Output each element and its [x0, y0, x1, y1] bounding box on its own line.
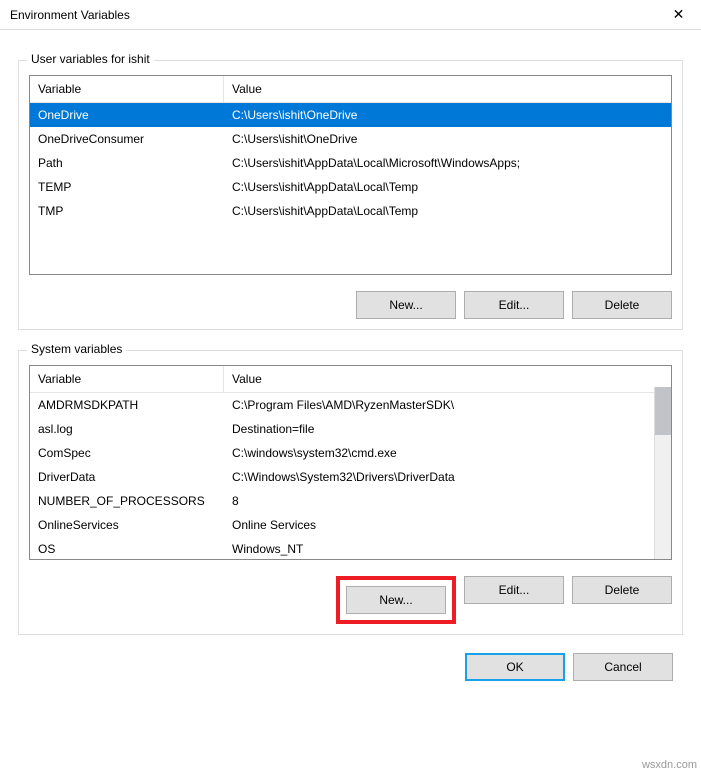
table-row[interactable]: ComSpec C:\windows\system32\cmd.exe [30, 441, 671, 465]
user-new-button[interactable]: New... [356, 291, 456, 319]
cell-value: Windows_NT [224, 539, 671, 559]
cell-variable: AMDRMSDKPATH [30, 395, 224, 415]
table-row[interactable]: TEMP C:\Users\ishit\AppData\Local\Temp [30, 175, 671, 199]
column-header-variable[interactable]: Variable [30, 366, 224, 393]
cell-variable: TEMP [30, 177, 224, 197]
table-row[interactable]: DriverData C:\Windows\System32\Drivers\D… [30, 465, 671, 489]
cell-value: 8 [224, 491, 671, 511]
cell-value: C:\Users\ishit\AppData\Local\Temp [224, 201, 671, 221]
user-table-body: OneDrive C:\Users\ishit\OneDrive OneDriv… [30, 103, 671, 223]
dialog-content: User variables for ishit Variable Value … [0, 30, 701, 635]
column-header-value[interactable]: Value [224, 76, 671, 103]
user-variables-group: User variables for ishit Variable Value … [18, 60, 683, 330]
cell-value: Online Services [224, 515, 671, 535]
system-variables-label: System variables [27, 342, 126, 356]
titlebar: Environment Variables ✕ [0, 0, 701, 30]
cell-value: C:\Users\ishit\AppData\Local\Microsoft\W… [224, 153, 671, 173]
cell-variable: asl.log [30, 419, 224, 439]
system-variables-table[interactable]: Variable Value AMDRMSDKPATH C:\Program F… [29, 365, 672, 560]
user-variables-table[interactable]: Variable Value OneDrive C:\Users\ishit\O… [29, 75, 672, 275]
close-icon[interactable]: ✕ [656, 0, 701, 30]
system-new-button[interactable]: New... [346, 586, 446, 614]
system-table-header: Variable Value [30, 366, 671, 393]
cell-variable: TMP [30, 201, 224, 221]
watermark: wsxdn.com [642, 759, 697, 771]
table-row[interactable]: OnlineServices Online Services [30, 513, 671, 537]
cell-value: C:\Program Files\AMD\RyzenMasterSDK\ [224, 395, 671, 415]
user-button-row: New... Edit... Delete [29, 291, 672, 319]
table-row[interactable]: OneDriveConsumer C:\Users\ishit\OneDrive [30, 127, 671, 151]
system-edit-button[interactable]: Edit... [464, 576, 564, 604]
table-row[interactable]: TMP C:\Users\ishit\AppData\Local\Temp [30, 199, 671, 223]
table-row[interactable]: asl.log Destination=file [30, 417, 671, 441]
window-title: Environment Variables [10, 8, 130, 22]
cell-variable: OneDrive [30, 105, 224, 125]
scrollbar-thumb[interactable] [655, 387, 671, 435]
cell-value: C:\Users\ishit\OneDrive [224, 105, 671, 125]
cell-variable: DriverData [30, 467, 224, 487]
cell-value: C:\Users\ishit\AppData\Local\Temp [224, 177, 671, 197]
cell-variable: OnlineServices [30, 515, 224, 535]
column-header-value[interactable]: Value [224, 366, 671, 393]
cell-value: C:\Users\ishit\OneDrive [224, 129, 671, 149]
cancel-button[interactable]: Cancel [573, 653, 673, 681]
table-row[interactable]: Path C:\Users\ishit\AppData\Local\Micros… [30, 151, 671, 175]
cell-value: Destination=file [224, 419, 671, 439]
scrollbar[interactable] [654, 387, 671, 559]
table-row[interactable]: OneDrive C:\Users\ishit\OneDrive [30, 103, 671, 127]
ok-button[interactable]: OK [465, 653, 565, 681]
system-variables-group: System variables Variable Value AMDRMSDK… [18, 350, 683, 635]
user-variables-label: User variables for ishit [27, 52, 154, 66]
user-edit-button[interactable]: Edit... [464, 291, 564, 319]
system-delete-button[interactable]: Delete [572, 576, 672, 604]
dialog-footer: OK Cancel [0, 635, 701, 681]
table-row[interactable]: NUMBER_OF_PROCESSORS 8 [30, 489, 671, 513]
cell-variable: ComSpec [30, 443, 224, 463]
cell-variable: NUMBER_OF_PROCESSORS [30, 491, 224, 511]
table-row[interactable]: OS Windows_NT [30, 537, 671, 561]
user-table-header: Variable Value [30, 76, 671, 103]
table-row[interactable]: AMDRMSDKPATH C:\Program Files\AMD\RyzenM… [30, 393, 671, 417]
highlight-annotation: New... [336, 576, 456, 624]
system-button-row: New... Edit... Delete [29, 576, 672, 624]
system-table-body: AMDRMSDKPATH C:\Program Files\AMD\RyzenM… [30, 393, 671, 561]
cell-variable: OS [30, 539, 224, 559]
cell-value: C:\Windows\System32\Drivers\DriverData [224, 467, 671, 487]
column-header-variable[interactable]: Variable [30, 76, 224, 103]
cell-variable: OneDriveConsumer [30, 129, 224, 149]
cell-value: C:\windows\system32\cmd.exe [224, 443, 671, 463]
user-delete-button[interactable]: Delete [572, 291, 672, 319]
cell-variable: Path [30, 153, 224, 173]
